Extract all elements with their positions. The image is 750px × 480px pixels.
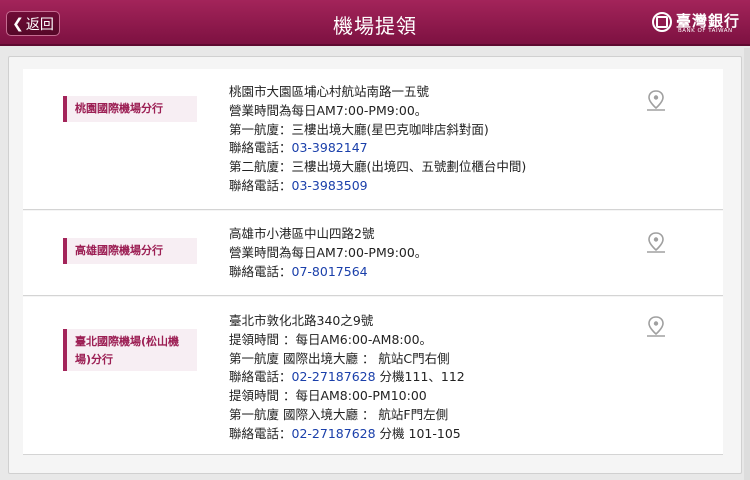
phone-line: 聯絡電話：02-27187628 分機111、112 (229, 368, 465, 387)
branch-name: 高雄國際機場分行 (63, 238, 197, 264)
branch-address: 高雄市小港區中山四路2號 (229, 226, 375, 241)
phone-label: 聯絡電話： (229, 140, 292, 156)
branch-address: 臺北市敦化北路340之9號 (229, 313, 374, 328)
phone-extension: 分機 101-105 (375, 425, 461, 441)
terminal-location: 第一航廈：三樓出境大廳(星巴克咖啡店斜對面) (229, 121, 489, 137)
branch-list: 桃園國際機場分行 桃園市大園區埔心村航站南路一五號 營業時間為每日AM7:00-… (8, 56, 742, 474)
bank-logo: 臺灣銀行 BANK OF TAIWAN (652, 10, 740, 36)
phone-label: 聯絡電話： (229, 263, 292, 279)
terminal-location: 第二航廈：三樓出境大廳(出境四、五號劃位櫃台中間) (229, 159, 527, 175)
phone-line: 聯絡電話：03-3982147 (229, 139, 526, 158)
phone-line: 聯絡電話：03-3983509 (229, 177, 526, 196)
scrollbar[interactable] (744, 48, 750, 480)
branch-info: 高雄市小港區中山四路2號 營業時間為每日AM7:00-PM9:00。 聯絡電話：… (229, 225, 427, 281)
branch-info: 桃園市大園區埔心村航站南路一五號 營業時間為每日AM7:00-PM9:00。 第… (229, 83, 526, 196)
withdrawal-hours: 提領時間 ：每日AM8:00-PM10:00 (229, 388, 427, 404)
phone-label: 聯絡電話： (229, 177, 292, 193)
phone-link[interactable]: 02-27187628 (292, 426, 376, 441)
phone-label: 聯絡電話： (229, 369, 292, 385)
branch-address: 桃園市大園區埔心村航站南路一五號 (229, 84, 430, 99)
phone-line: 聯絡電話：07-8017564 (229, 263, 427, 282)
bank-seal-icon (652, 12, 672, 32)
phone-line: 聯絡電話：02-27187628 分機 101-105 (229, 425, 465, 444)
map-pin-icon[interactable] (645, 89, 667, 113)
phone-label: 聯絡電話： (229, 425, 292, 441)
phone-link[interactable]: 03-3983509 (292, 178, 368, 193)
branch-card: 臺北國際機場(松山機場)分行 臺北市敦化北路340之9號 提領時間 ：每日AM6… (23, 297, 723, 455)
phone-link[interactable]: 02-27187628 (292, 369, 376, 384)
logo-en: BANK OF TAIWAN (678, 28, 733, 34)
map-pin-icon[interactable] (645, 315, 667, 339)
phone-link[interactable]: 07-8017564 (292, 264, 368, 279)
withdrawal-hours: 提領時間 ：每日AM6:00-AM8:00。 (229, 331, 433, 347)
phone-extension: 分機111、112 (375, 369, 465, 385)
branch-name: 臺北國際機場(松山機場)分行 (63, 329, 197, 371)
branch-card: 高雄國際機場分行 高雄市小港區中山四路2號 營業時間為每日AM7:00-PM9:… (23, 211, 723, 296)
page-title: 機場提領 (333, 14, 417, 38)
app-header: ❮ 返回 機場提領 臺灣銀行 BANK OF TAIWAN (0, 0, 750, 46)
branch-card: 桃園國際機場分行 桃園市大園區埔心村航站南路一五號 營業時間為每日AM7:00-… (23, 69, 723, 210)
terminal-location: 第一航廈 國際出境大廳 ： 航站C門右側 (229, 350, 450, 366)
terminal-location: 第一航廈 國際入境大廳 ： 航站F門左側 (229, 406, 449, 422)
map-pin-icon[interactable] (645, 231, 667, 255)
branch-name: 桃園國際機場分行 (63, 96, 197, 122)
business-hours: 營業時間為每日AM7:00-PM9:00。 (229, 244, 428, 260)
phone-link[interactable]: 03-3982147 (292, 140, 368, 155)
business-hours: 營業時間為每日AM7:00-PM9:00。 (229, 102, 428, 118)
branch-info: 臺北市敦化北路340之9號 提領時間 ：每日AM6:00-AM8:00。 第一航… (229, 312, 465, 444)
